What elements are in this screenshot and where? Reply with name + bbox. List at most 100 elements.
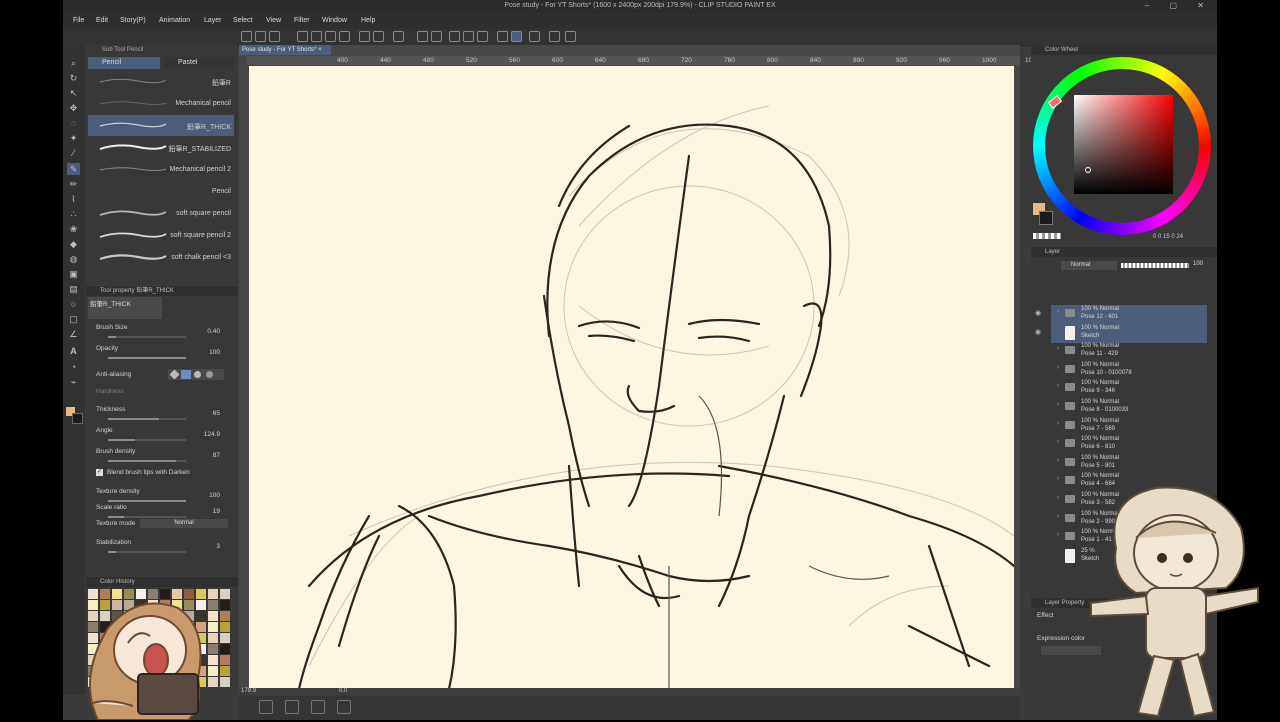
- zoom-canvas-icon[interactable]: [311, 700, 325, 714]
- layer-folder[interactable]: › 100 % Normal Pose 5 - 801: [1057, 454, 1207, 472]
- visibility-eye-icon[interactable]: ◉: [1035, 328, 1041, 336]
- saturation-value-square[interactable]: [1074, 95, 1173, 194]
- color-history-swatch[interactable]: [220, 655, 230, 665]
- color-history-swatch[interactable]: [220, 677, 230, 687]
- color-history-swatch[interactable]: [220, 622, 230, 632]
- sub-color-swatch[interactable]: [1039, 211, 1053, 225]
- blend-tips-row[interactable]: ✓ Blend brush tips with Darken: [96, 469, 228, 489]
- brush-item[interactable]: soft chalk pencil <3: [88, 247, 234, 268]
- copy-icon[interactable]: [311, 31, 322, 42]
- menu-animation[interactable]: Animation: [159, 17, 190, 24]
- color-history-swatch[interactable]: [220, 633, 230, 643]
- layer-folder[interactable]: › 100 % Normal Pose 7 - 569: [1057, 417, 1207, 435]
- cut-icon[interactable]: [339, 31, 350, 42]
- correct-line-icon[interactable]: ⌁: [67, 376, 80, 388]
- expand-arrow-icon[interactable]: ›: [1057, 365, 1059, 371]
- brush-item[interactable]: soft square pencil 2: [88, 225, 234, 246]
- expand-arrow-icon[interactable]: ›: [1057, 346, 1059, 352]
- brush-item[interactable]: Mechanical pencil: [88, 93, 234, 114]
- brush-size-row[interactable]: Brush Size 0.40: [96, 324, 228, 344]
- blend-mode-dropdown[interactable]: Normal: [1061, 261, 1117, 270]
- expand-arrow-icon[interactable]: ›: [1057, 458, 1059, 464]
- redo-icon[interactable]: [373, 31, 384, 42]
- menu-layer[interactable]: Layer: [204, 17, 222, 24]
- expand-arrow-icon[interactable]: ›: [1057, 421, 1059, 427]
- fit-navigator-icon[interactable]: [285, 700, 299, 714]
- rotate-icon[interactable]: ↻: [67, 72, 80, 84]
- airbrush-icon[interactable]: ∴: [67, 208, 80, 220]
- brush-density-row[interactable]: Brush density 87: [96, 448, 228, 468]
- color-history-swatch[interactable]: [220, 644, 230, 654]
- balloon-icon[interactable]: ◔: [67, 361, 80, 373]
- figure-icon[interactable]: ○: [67, 298, 80, 310]
- eyedropper-icon[interactable]: ⁄: [67, 147, 80, 159]
- lasso-icon[interactable]: ◌: [67, 117, 80, 129]
- gradient-icon[interactable]: ▤: [67, 283, 80, 295]
- frame-icon[interactable]: ▢: [67, 313, 80, 325]
- brush-item[interactable]: Mechanical pencil 2: [88, 159, 234, 180]
- open-file-icon[interactable]: [269, 31, 280, 42]
- thickness-row[interactable]: Thickness 65: [96, 406, 228, 426]
- object-icon[interactable]: ↖: [67, 87, 80, 99]
- layer-folder[interactable]: › 100 % Normal Pose 11 - 429: [1057, 342, 1207, 360]
- ruler-icon[interactable]: [511, 31, 522, 42]
- magic-wand-icon[interactable]: ✦: [67, 132, 80, 144]
- texture-mode-row[interactable]: Texture mode Normal: [96, 519, 228, 540]
- expand-arrow-icon[interactable]: ›: [1057, 439, 1059, 445]
- eraser-icon[interactable]: ◆: [67, 238, 80, 250]
- clear-icon[interactable]: [449, 31, 460, 42]
- fill-icon[interactable]: [417, 31, 428, 42]
- fit-screen-icon[interactable]: [259, 700, 273, 714]
- expand-arrow-icon[interactable]: ›: [1057, 309, 1059, 315]
- menu-edit[interactable]: Edit: [96, 17, 108, 24]
- opacity-row[interactable]: Opacity 100: [96, 345, 228, 365]
- expand-arrow-icon[interactable]: ›: [1057, 514, 1059, 520]
- paste-icon[interactable]: [325, 31, 336, 42]
- tab-pencil[interactable]: Pencil: [88, 57, 160, 69]
- sub-color-swatch[interactable]: [72, 413, 83, 424]
- menu-story[interactable]: Story(P): [120, 17, 146, 24]
- layer-opacity-value[interactable]: 100: [1193, 261, 1203, 267]
- layer-folder[interactable]: › 100 % Normal Pose 6 - 810: [1057, 435, 1207, 453]
- menu-select[interactable]: Select: [233, 17, 252, 24]
- layer-folder[interactable]: › 100 % Normal Pose 10 - 0100078: [1057, 361, 1207, 379]
- expand-arrow-icon[interactable]: ›: [1057, 476, 1059, 482]
- brush-icon[interactable]: ⌇: [67, 193, 80, 205]
- move-icon[interactable]: ✥: [67, 102, 80, 114]
- document-tab[interactable]: Pose study - For YT Shorts* ×: [239, 45, 331, 55]
- menu-file[interactable]: File: [73, 17, 84, 24]
- menu-icon[interactable]: [241, 31, 252, 42]
- edit-ruler-icon[interactable]: [529, 31, 540, 42]
- stabilization-row[interactable]: Stabilization 3: [96, 539, 228, 559]
- angle-readout[interactable]: 0.0: [339, 688, 347, 694]
- loading-icon[interactable]: [393, 31, 404, 42]
- new-file-icon[interactable]: [255, 31, 266, 42]
- pencil-icon[interactable]: ✏: [67, 178, 80, 190]
- save-icon[interactable]: [297, 31, 308, 42]
- zoom-icon[interactable]: ⌕: [67, 57, 80, 69]
- expand-arrow-icon[interactable]: ›: [1057, 402, 1059, 408]
- texture-mode-dropdown[interactable]: Normal: [140, 519, 228, 528]
- ruler-tool-icon[interactable]: ∠: [67, 328, 80, 340]
- color-history-swatch[interactable]: [220, 666, 230, 676]
- brush-item[interactable]: 鉛筆R: [88, 71, 234, 92]
- menu-view[interactable]: View: [266, 17, 281, 24]
- color-history-swatch[interactable]: [220, 589, 230, 599]
- fill-tool-icon[interactable]: ▣: [67, 268, 80, 280]
- zoom-readout[interactable]: 179.9: [241, 688, 256, 694]
- checkbox[interactable]: ✓: [96, 469, 103, 476]
- layer-folder[interactable]: › 100 % Normal Pose 9 - 346: [1057, 379, 1207, 397]
- angle-row[interactable]: Angle 124.9: [96, 427, 228, 447]
- brush-item[interactable]: soft square pencil: [88, 203, 234, 224]
- pen-icon[interactable]: ✎: [67, 163, 80, 175]
- color-history-swatch[interactable]: [220, 611, 230, 621]
- snap-special-icon[interactable]: [497, 31, 508, 42]
- anti-aliasing-selector[interactable]: [168, 369, 224, 380]
- menu-window[interactable]: Window: [322, 17, 347, 24]
- drawing-canvas[interactable]: [249, 66, 1014, 689]
- layer-folder[interactable]: › 100 % Normal Pose 8 - 0100033: [1057, 398, 1207, 416]
- brush-item-selected[interactable]: 鉛筆R_THICK: [88, 115, 234, 136]
- reset-view-icon[interactable]: [337, 700, 351, 714]
- menu-filter[interactable]: Filter: [294, 17, 310, 24]
- snap-grid-icon[interactable]: [477, 31, 488, 42]
